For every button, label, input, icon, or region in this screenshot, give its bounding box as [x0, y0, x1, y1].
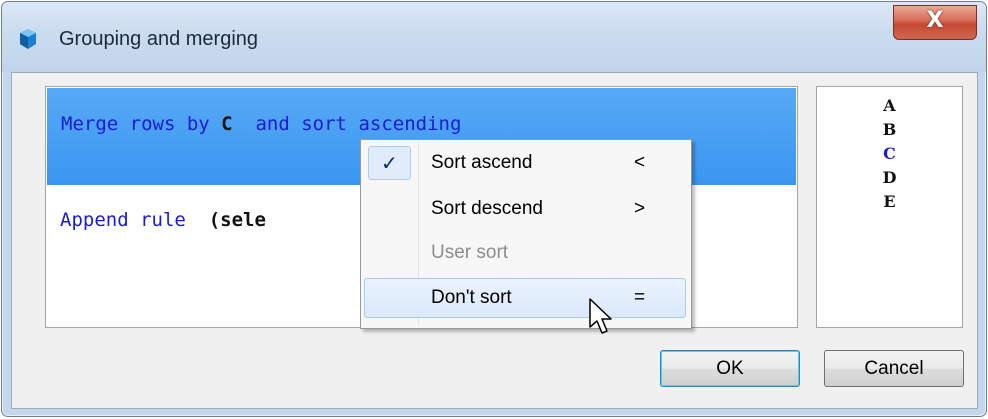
- menu-item-label: Sort ascend: [431, 152, 533, 173]
- checkmark-box: ✓: [368, 146, 411, 180]
- window-title: Grouping and merging: [59, 28, 259, 50]
- append-rule-hint: (sele: [208, 209, 266, 231]
- column-item-b[interactable]: B: [817, 120, 962, 139]
- menu-item-shortcut: <: [634, 152, 646, 173]
- rule-column[interactable]: C: [221, 113, 232, 135]
- menu-item-shortcut: =: [634, 287, 646, 308]
- menu-item-label: Sort descend: [431, 198, 543, 219]
- close-icon: X: [926, 8, 944, 33]
- menu-item-user-sort: User sort: [364, 233, 686, 273]
- menu-item-label: Don't sort: [431, 287, 512, 308]
- column-item-e[interactable]: E: [817, 192, 962, 211]
- menu-item-shortcut: >: [634, 198, 646, 219]
- menu-item-sort-ascend[interactable]: ✓ Sort ascend <: [364, 143, 686, 183]
- sort-context-menu: ✓ Sort ascend < Sort descend > User sort…: [360, 139, 692, 329]
- mouse-pointer-icon: [589, 298, 612, 334]
- dialog-window: Grouping and merging X Merge rows by C a…: [1, 1, 987, 417]
- rule-prefix: Merge rows by: [61, 113, 222, 135]
- menu-item-label: User sort: [431, 242, 509, 263]
- checkmark-icon: ✓: [381, 153, 398, 175]
- column-item-d[interactable]: D: [817, 168, 962, 187]
- column-item-a[interactable]: A: [817, 96, 962, 115]
- title-bar[interactable]: Grouping and merging X: [2, 2, 986, 72]
- menu-item-dont-sort[interactable]: Don't sort =: [364, 278, 686, 318]
- close-button[interactable]: X: [893, 5, 977, 40]
- cancel-button[interactable]: Cancel: [824, 350, 964, 387]
- column-item-c[interactable]: C: [817, 144, 962, 163]
- app-icon: [20, 29, 36, 49]
- menu-item-sort-descend[interactable]: Sort descend >: [364, 189, 686, 229]
- rule-text: Merge rows by C and sort ascending: [61, 113, 461, 135]
- rule-sort-link[interactable]: and sort ascending: [233, 113, 461, 135]
- append-rule-row[interactable]: Append rule (sele: [60, 209, 266, 231]
- columns-list[interactable]: A B C D E: [816, 86, 963, 328]
- ok-button[interactable]: OK: [660, 350, 800, 387]
- append-rule-label: Append rule: [60, 209, 209, 231]
